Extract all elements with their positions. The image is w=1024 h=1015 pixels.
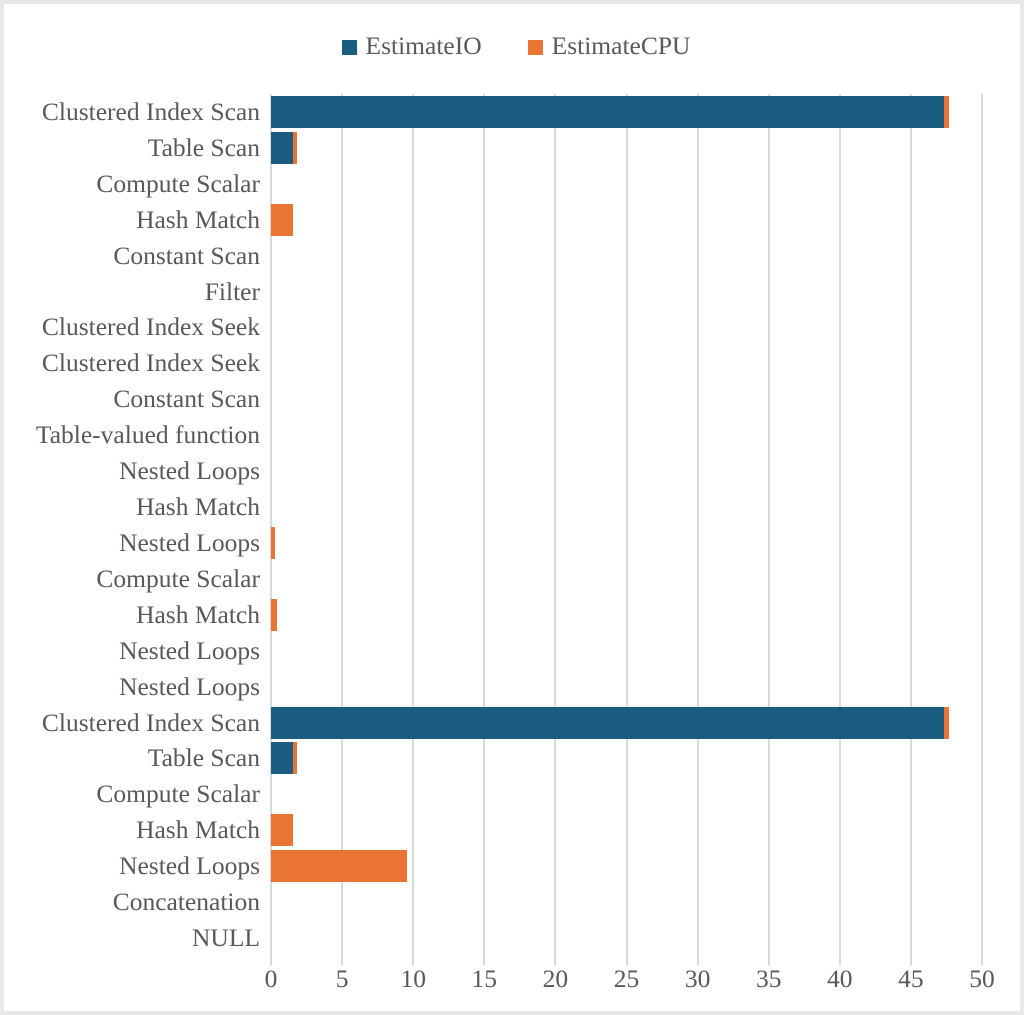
y-axis-category-label: Nested Loops <box>119 671 260 701</box>
bar-row[interactable] <box>271 311 982 343</box>
bar-row[interactable] <box>271 742 982 775</box>
y-axis-category-label: Compute Scalar <box>96 168 260 198</box>
y-axis-category-label: Hash Match <box>136 204 260 234</box>
bar-segment-estimateio[interactable] <box>271 742 294 775</box>
x-axis-tick-labels: 0 5 10 15 20 25 30 35 40 45 50 <box>265 964 995 1002</box>
bar-row[interactable] <box>271 922 982 954</box>
bar-segment-estimatecpu[interactable] <box>271 203 294 236</box>
y-axis-category-label: Hash Match <box>136 815 260 845</box>
bar-row[interactable] <box>271 778 982 810</box>
y-axis-category-label: Constant Scan <box>113 384 260 414</box>
square-swatch-icon <box>341 40 357 55</box>
bar-row[interactable] <box>271 526 982 559</box>
bar-row[interactable] <box>271 347 982 379</box>
bar-row[interactable] <box>271 131 982 164</box>
legend-item-estimatecpu[interactable]: EstimateCPU <box>527 31 691 61</box>
bar-row[interactable] <box>271 598 982 631</box>
bar-row[interactable] <box>271 95 982 128</box>
bar-segment-estimatecpu[interactable] <box>293 742 297 775</box>
y-axis-category-label: NULL <box>192 923 260 953</box>
y-axis-category-label: Nested Loops <box>119 635 260 665</box>
y-axis-category-label: Compute Scalar <box>96 563 260 593</box>
plot-area <box>270 94 983 956</box>
chart-container: EstimateIO EstimateCPU Clustered Index S… <box>0 0 1024 1015</box>
bar-row[interactable] <box>271 814 982 847</box>
legend-item-estimateio[interactable]: EstimateIO <box>341 31 482 61</box>
y-axis-category-label: Clustered Index Seek <box>41 348 260 378</box>
x-axis-tick-label: 30 <box>684 964 711 993</box>
bar-segment-estimatecpu[interactable] <box>943 95 949 128</box>
x-axis-tick-label: 50 <box>969 964 995 993</box>
legend-label: EstimateCPU <box>551 31 691 61</box>
x-axis-tick-label: 10 <box>400 964 426 993</box>
bar-row[interactable] <box>271 419 982 451</box>
x-axis-tick-label: 40 <box>827 964 853 993</box>
x-axis-tick-label: 5 <box>335 964 349 993</box>
y-axis-category-label: Filter <box>204 276 260 306</box>
x-axis-tick-label: 35 <box>755 964 782 993</box>
bar-segment-estimatecpu[interactable] <box>271 850 407 883</box>
x-axis-tick-label: 45 <box>898 964 924 993</box>
y-axis-category-label: Table Scan <box>147 132 260 162</box>
y-axis-category-label: Concatenation <box>112 887 260 917</box>
bar-row[interactable] <box>271 203 982 236</box>
y-axis-category-label: Table-valued function <box>35 420 260 450</box>
y-axis-category-label: Clustered Index Scan <box>41 707 260 737</box>
bar-segment-estimateio[interactable] <box>271 95 944 128</box>
bar-segment-estimatecpu[interactable] <box>271 598 277 631</box>
x-axis-tick-label: 20 <box>542 964 569 993</box>
bar-row[interactable] <box>271 276 982 308</box>
bar-segment-estimateio[interactable] <box>271 706 944 739</box>
y-axis-category-label: Nested Loops <box>119 456 260 486</box>
square-swatch-icon <box>527 40 543 55</box>
y-axis-category-label: Clustered Index Seek <box>41 312 260 342</box>
bar-row[interactable] <box>271 886 982 918</box>
y-axis-category-label: Compute Scalar <box>96 779 260 809</box>
y-axis-category-label: Hash Match <box>136 599 260 629</box>
bar-row[interactable] <box>271 671 982 703</box>
x-axis-tick-label: 25 <box>613 964 640 993</box>
bar-segment-estimatecpu[interactable] <box>293 131 297 164</box>
bar-row[interactable] <box>271 383 982 415</box>
bar-row[interactable] <box>271 491 982 523</box>
y-axis-category-label: Constant Scan <box>113 240 260 270</box>
bar-row[interactable] <box>271 455 982 487</box>
chart-legend: EstimateIO EstimateCPU <box>4 28 1024 64</box>
bar-segment-estimatecpu[interactable] <box>271 526 275 559</box>
bar-segment-estimatecpu[interactable] <box>271 814 294 847</box>
bar-row[interactable] <box>271 706 982 739</box>
x-axis-tick-label: 15 <box>471 964 498 993</box>
bar-row[interactable] <box>271 168 982 200</box>
bar-row[interactable] <box>271 563 982 595</box>
legend-label: EstimateIO <box>365 31 482 61</box>
bar-segment-estimateio[interactable] <box>271 131 294 164</box>
x-axis-tick-label: 0 <box>264 964 278 993</box>
y-axis-category-label: Nested Loops <box>119 851 260 881</box>
bar-row[interactable] <box>271 635 982 667</box>
bar-segment-estimatecpu[interactable] <box>943 706 949 739</box>
bar-row[interactable] <box>271 850 982 883</box>
y-axis-category-label: Hash Match <box>136 492 260 522</box>
y-axis-category-labels: Clustered Index Scan Table Scan Compute Sc… <box>4 94 260 956</box>
bar-row[interactable] <box>271 240 982 272</box>
y-axis-category-label: Nested Loops <box>119 527 260 557</box>
y-axis-category-label: Table Scan <box>147 743 260 773</box>
y-axis-category-label: Clustered Index Scan <box>41 96 260 126</box>
